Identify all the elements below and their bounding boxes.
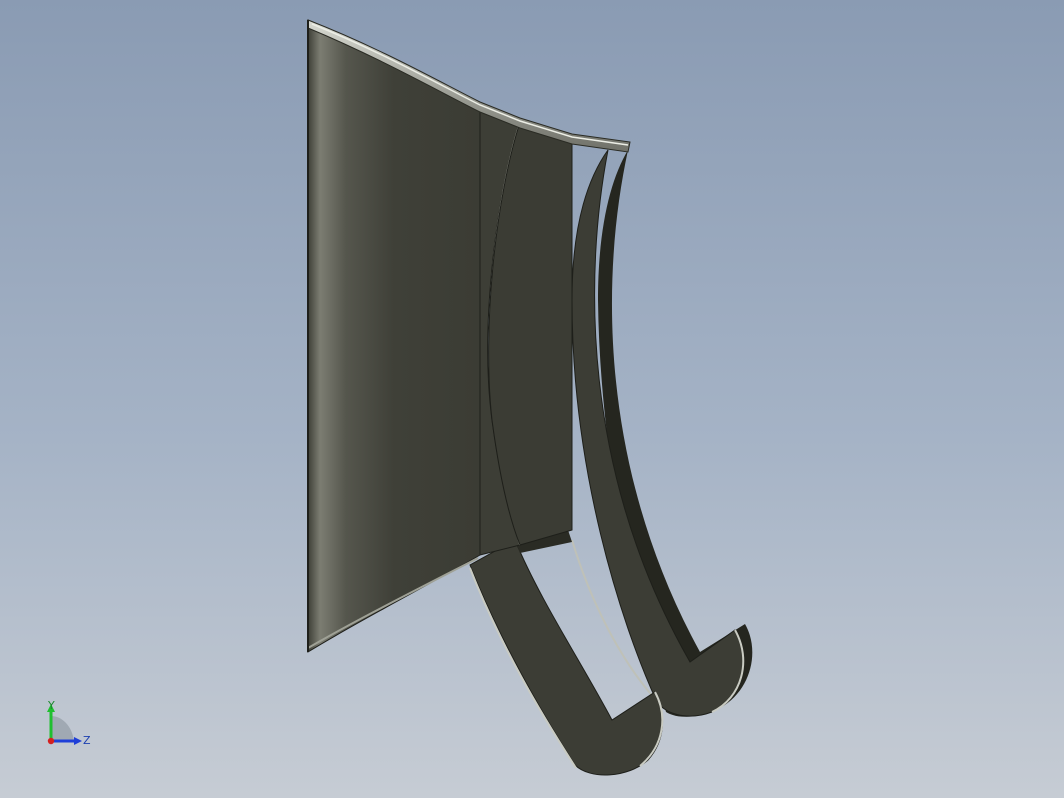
back-leg-shadow xyxy=(598,150,753,717)
z-axis-label: Z xyxy=(83,734,91,747)
graphics-viewport[interactable]: Y Z xyxy=(0,0,1064,798)
y-axis-label: Y xyxy=(48,699,55,712)
back-leg[interactable] xyxy=(571,149,744,717)
z-axis-arrow xyxy=(74,737,82,745)
main-wall[interactable] xyxy=(307,19,481,653)
3d-model[interactable] xyxy=(0,0,1064,798)
orientation-triad[interactable] xyxy=(38,696,98,756)
x-axis-origin xyxy=(47,737,55,745)
triad-plane xyxy=(51,716,74,741)
